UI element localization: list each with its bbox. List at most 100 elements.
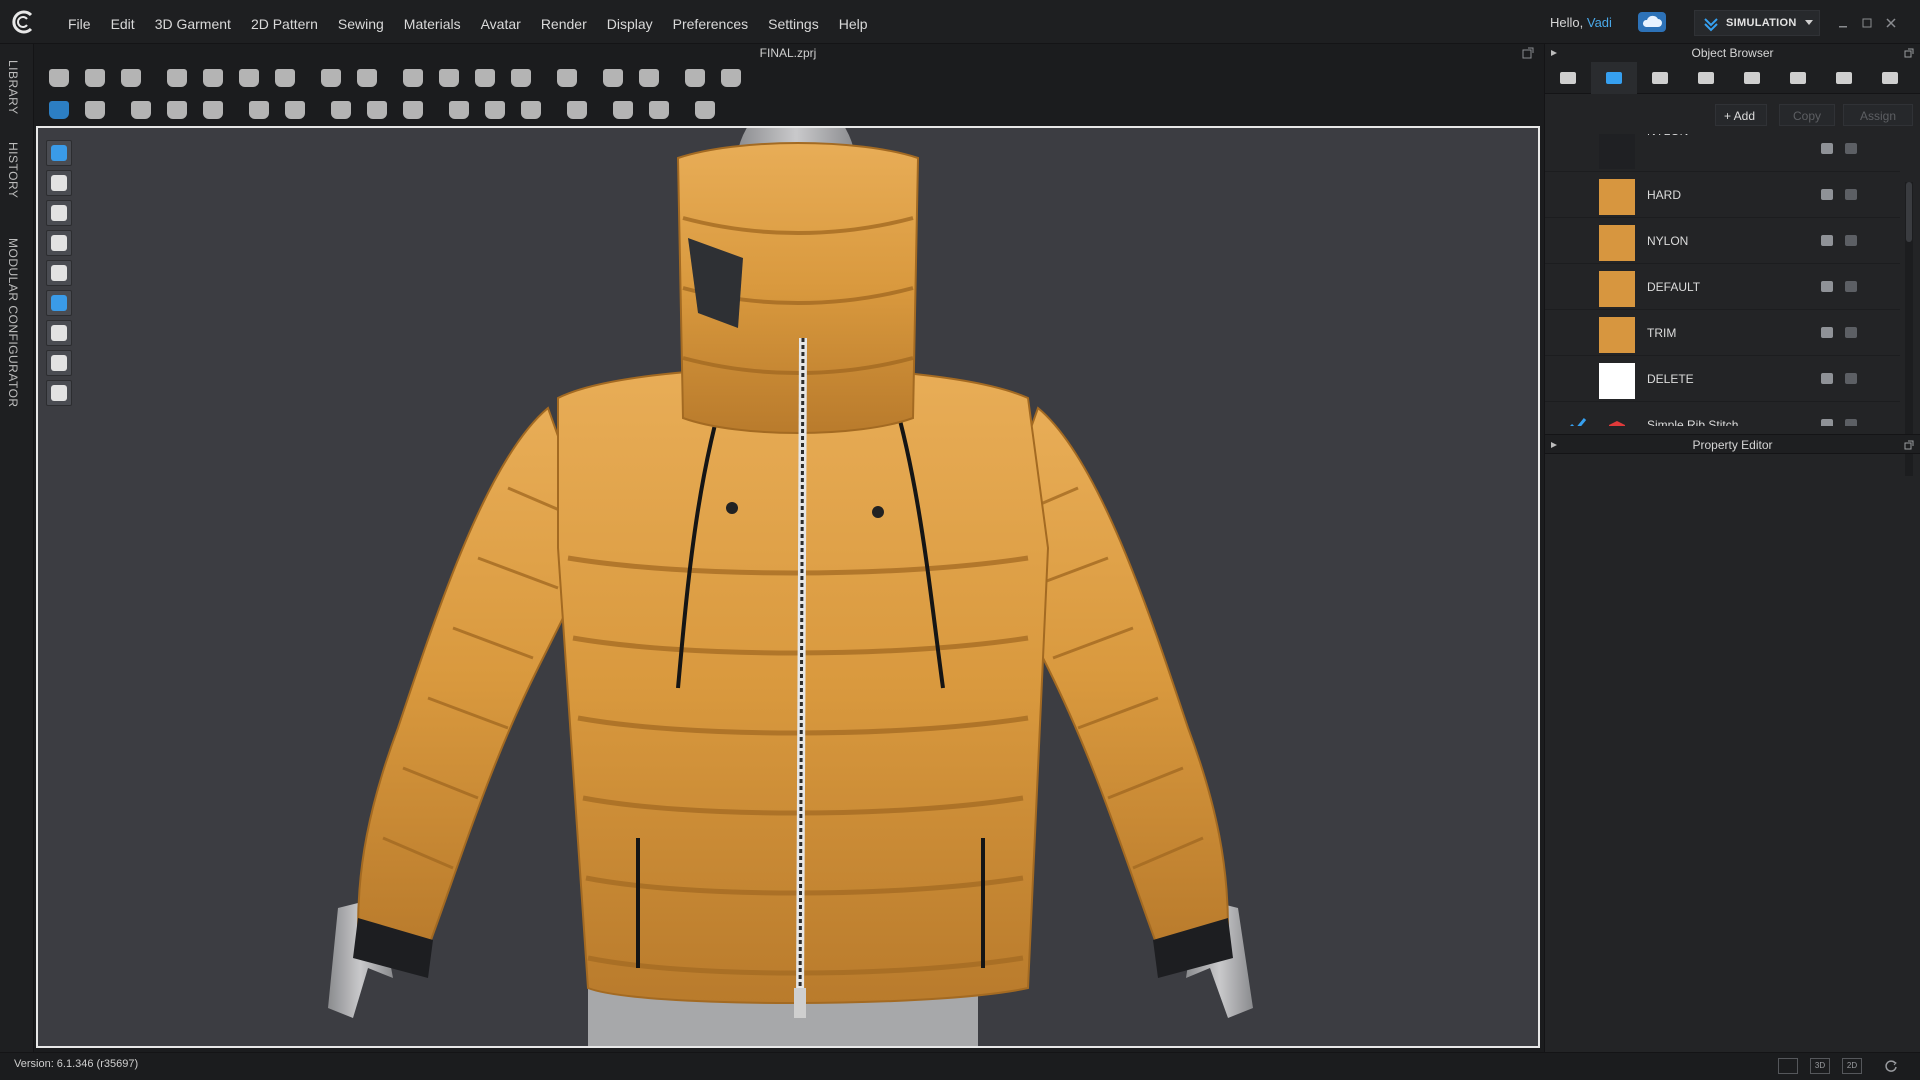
material-swatch[interactable] [1599,179,1635,215]
close-icon[interactable] [1884,17,1898,29]
refresh-icon[interactable] [1884,1059,1898,1073]
tab-graphic[interactable] [1821,62,1867,94]
material-row[interactable]: NYLON [1545,134,1900,172]
3d-viewport[interactable] [36,126,1540,1048]
minimize-icon[interactable] [1836,17,1850,29]
arrangement-tool[interactable] [398,64,428,92]
tab-buttonhole[interactable] [1683,62,1729,94]
tab-button[interactable] [1637,62,1683,94]
material-swatch[interactable] [1599,317,1635,353]
apply-material-icon[interactable] [1821,143,1833,154]
cloud-sync-button[interactable] [1638,12,1666,32]
environment-button[interactable] [46,380,72,406]
show-3d-garment-button[interactable] [46,140,72,166]
tab-topstitch[interactable] [1729,62,1775,94]
add-button[interactable]: + Add [1715,104,1767,126]
view-3d-button[interactable]: 3D [1810,1058,1830,1074]
select-button-tool[interactable] [516,96,546,124]
measure-tool[interactable] [506,64,536,92]
panel-arrow-icon[interactable] [1549,440,1559,450]
edit-sewing-tool[interactable] [280,96,310,124]
menu-settings[interactable]: Settings [758,0,829,44]
pipping-tool[interactable] [398,96,428,124]
material-options-icon[interactable] [1845,235,1857,246]
view-split-button[interactable] [1778,1058,1798,1074]
avatar-silhouette-button[interactable] [46,350,72,376]
graphic-tool[interactable] [644,96,674,124]
material-swatch[interactable] [1599,225,1635,261]
menu-render[interactable]: Render [531,0,597,44]
material-options-icon[interactable] [1845,327,1857,338]
brush-tool[interactable] [634,64,664,92]
button-tool[interactable] [444,96,474,124]
buttonhole-tool[interactable] [480,96,510,124]
menu-help[interactable]: Help [829,0,878,44]
multi-sewing-tool[interactable] [198,96,228,124]
select-mesh-tool[interactable] [44,96,74,124]
tab-fabric[interactable] [1591,61,1637,94]
select-move-tool[interactable] [162,64,192,92]
assign-button[interactable]: Assign [1843,104,1913,126]
garment-layer-tool[interactable] [434,64,464,92]
tab-library[interactable]: LIBRARY [6,60,20,115]
menu-display[interactable]: Display [597,0,663,44]
pin-tool[interactable] [470,64,500,92]
restore-icon[interactable] [1860,17,1874,29]
material-options-icon[interactable] [1845,373,1857,384]
material-row[interactable]: HARD [1545,172,1900,218]
tab-puckering[interactable] [1775,62,1821,94]
menu-3d-garment[interactable]: 3D Garment [145,0,241,44]
apply-material-icon[interactable] [1821,235,1833,246]
undock-icon[interactable] [1904,48,1914,58]
material-row[interactable]: NYLON [1545,218,1900,264]
panel-arrow-icon[interactable] [1549,48,1559,58]
material-list-scrollbar[interactable] [1905,182,1913,476]
menu-avatar[interactable]: Avatar [471,0,531,44]
app-logo-icon[interactable] [10,9,38,35]
mesh-display-button[interactable] [46,320,72,346]
mode-dropdown[interactable]: SIMULATION [1694,10,1820,36]
menu-preferences[interactable]: Preferences [663,0,758,44]
garment-render[interactable] [38,128,1538,1046]
fold-tool[interactable] [234,64,264,92]
show-avatar-button[interactable] [46,230,72,256]
material-options-icon[interactable] [1845,419,1857,426]
menu-2d-pattern[interactable]: 2D Pattern [241,0,328,44]
tack-tool[interactable] [352,64,382,92]
menu-materials[interactable]: Materials [394,0,471,44]
scroll-thumb[interactable] [1906,182,1912,242]
fabric-weight-tool[interactable] [552,64,582,92]
avatar-pose-tool[interactable] [80,64,110,92]
edit-curvature-tool[interactable] [80,96,110,124]
material-row[interactable]: DEFAULT [1545,264,1900,310]
apply-material-icon[interactable] [1821,281,1833,292]
transform-pattern-tool[interactable] [198,64,228,92]
zipper-tool[interactable] [562,96,592,124]
edit-pattern-tool[interactable] [316,64,346,92]
copy-button[interactable]: Copy [1779,104,1835,126]
material-options-icon[interactable] [1845,281,1857,292]
fabric-display-button[interactable] [46,290,72,316]
checkmark-icon[interactable] [1569,416,1587,426]
view-2d-button[interactable]: 2D [1842,1058,1862,1074]
apply-material-icon[interactable] [1821,327,1833,338]
apply-material-icon[interactable] [1821,373,1833,384]
material-row[interactable]: TRIM [1545,310,1900,356]
material-swatch[interactable] [1599,363,1635,399]
show-garment-button[interactable] [46,200,72,226]
avatar-measure-tool[interactable] [680,64,710,92]
garment-fit-tool[interactable] [116,64,146,92]
fold-arrangement-tool[interactable] [270,64,300,92]
seam-line-tool[interactable] [598,64,628,92]
tab-modular-configurator[interactable]: MODULAR CONFIGURATOR [6,238,20,408]
menu-edit[interactable]: Edit [101,0,145,44]
tab-trim[interactable] [1867,62,1913,94]
simulation-tool[interactable] [44,64,74,92]
apply-material-icon[interactable] [1821,419,1833,426]
garment-texture-button[interactable] [46,170,72,196]
material-row[interactable]: DELETE [1545,356,1900,402]
check-sewing-tool[interactable] [244,96,274,124]
avatar-display-button[interactable] [46,260,72,286]
material-row[interactable]: S Simple Rib Stitch [1545,402,1900,426]
material-swatch[interactable] [1599,134,1635,169]
